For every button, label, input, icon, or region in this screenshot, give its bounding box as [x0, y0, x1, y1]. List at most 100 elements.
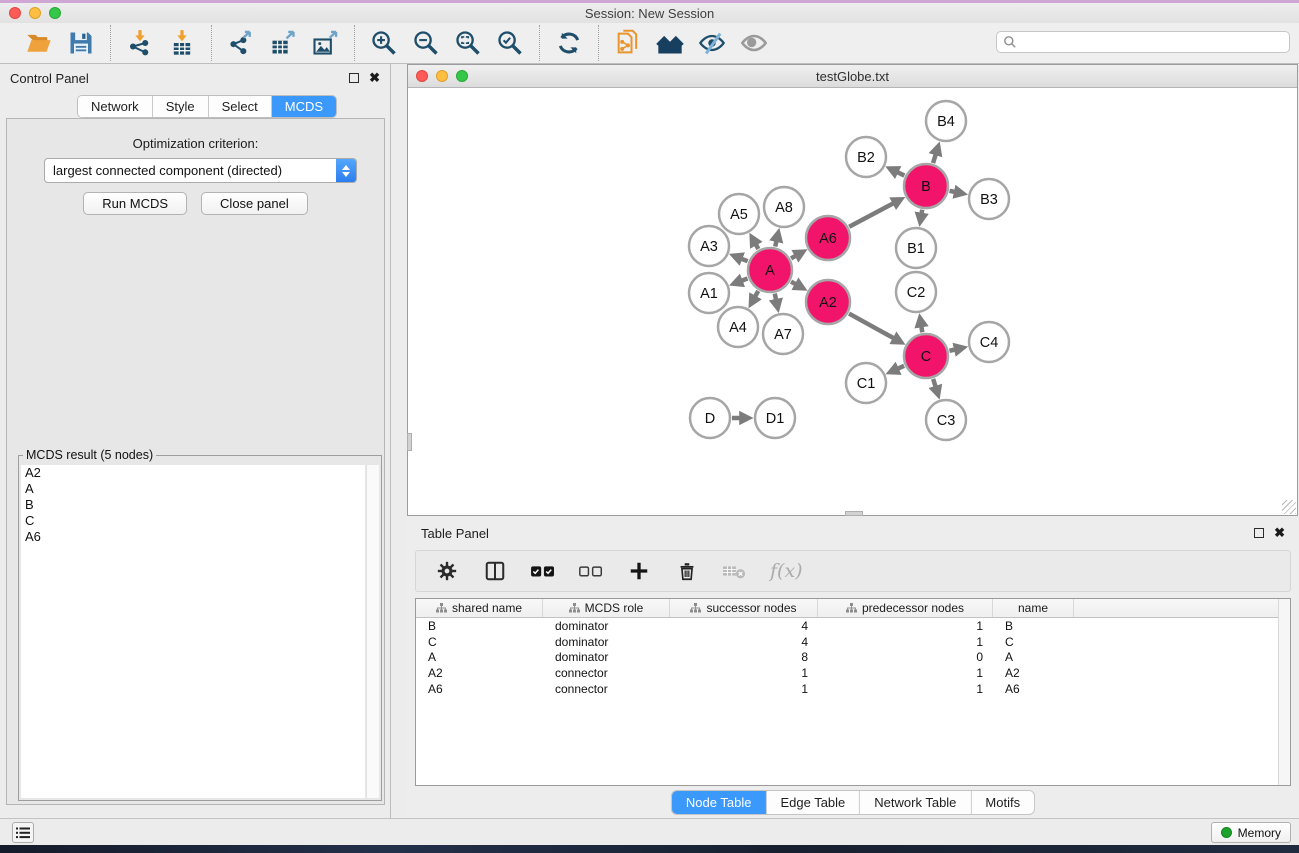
network-window-titlebar[interactable]: testGlobe.txt	[408, 65, 1297, 88]
edge-A2-C[interactable]	[849, 314, 894, 339]
node-A1[interactable]: A1	[689, 273, 729, 313]
edge-A-A1[interactable]	[741, 278, 748, 281]
table-row[interactable]: A6connector11A6	[416, 681, 1290, 697]
column-header-name[interactable]: name	[993, 599, 1074, 617]
edge-A-A8[interactable]	[775, 240, 776, 246]
export-table-icon[interactable]	[266, 27, 300, 59]
tab-network-table[interactable]: Network Table	[860, 791, 971, 814]
result-list-item[interactable]: B	[21, 497, 365, 513]
node-B1[interactable]: B1	[896, 228, 936, 268]
tab-mcds[interactable]: MCDS	[272, 96, 336, 117]
memory-button[interactable]: Memory	[1211, 822, 1291, 843]
show-column-panel-icon[interactable]	[482, 558, 508, 584]
tab-node-table[interactable]: Node Table	[672, 791, 767, 814]
node-A4[interactable]: A4	[718, 307, 758, 347]
node-B2[interactable]: B2	[846, 137, 886, 177]
node-B4[interactable]: B4	[926, 101, 966, 141]
table-row[interactable]: Adominator80A	[416, 649, 1290, 665]
tab-motifs[interactable]: Motifs	[971, 791, 1034, 814]
table-row[interactable]: A2connector11A2	[416, 665, 1290, 681]
open-file-icon[interactable]	[22, 27, 56, 59]
edge-A-A2[interactable]	[791, 282, 796, 285]
result-list-item[interactable]: A2	[21, 465, 365, 481]
node-D[interactable]: D	[690, 398, 730, 438]
node-A[interactable]: A	[748, 248, 792, 292]
node-B[interactable]: B	[904, 164, 948, 208]
splitter-handle-bottom[interactable]	[845, 511, 863, 516]
result-list-item[interactable]: A	[21, 481, 365, 497]
deselect-all-columns-icon[interactable]	[578, 558, 604, 584]
optimization-criterion-select[interactable]: largest connected component (directed)	[44, 158, 357, 183]
edge-A-A4[interactable]	[755, 291, 759, 297]
zoom-out-icon[interactable]	[409, 27, 443, 59]
tab-style[interactable]: Style	[153, 96, 209, 117]
hide-selected-icon[interactable]	[695, 27, 729, 59]
float-panel-icon[interactable]	[349, 73, 359, 83]
node-C1[interactable]: C1	[846, 363, 886, 403]
zoom-selected-icon[interactable]	[493, 27, 527, 59]
edge-A6-B[interactable]	[849, 203, 894, 227]
edge-C-C2[interactable]	[921, 326, 922, 333]
table-settings-gear-icon[interactable]	[434, 558, 460, 584]
node-A3[interactable]: A3	[689, 226, 729, 266]
edge-B-B1[interactable]	[921, 210, 922, 215]
zoom-fit-icon[interactable]	[451, 27, 485, 59]
column-header-successor-nodes[interactable]: successor nodes	[670, 599, 818, 617]
close-panel-button[interactable]: Close panel	[201, 192, 308, 215]
node-B3[interactable]: B3	[969, 179, 1009, 219]
edge-A-A6[interactable]	[791, 255, 796, 258]
node-C2[interactable]: C2	[896, 272, 936, 312]
task-history-button[interactable]	[12, 822, 34, 843]
node-C3[interactable]: C3	[926, 400, 966, 440]
edge-A-A3[interactable]	[741, 258, 748, 261]
node-A8[interactable]: A8	[764, 187, 804, 227]
delete-column-trash-icon[interactable]	[674, 558, 700, 584]
column-header-shared-name[interactable]: shared name	[416, 599, 543, 617]
edge-B-B3[interactable]	[950, 191, 956, 192]
new-network-from-selection-icon[interactable]	[611, 27, 645, 59]
result-list-item[interactable]: A6	[21, 529, 365, 545]
table-float-panel-icon[interactable]	[1254, 528, 1264, 538]
edge-B-B4[interactable]	[933, 153, 936, 163]
table-scrollbar[interactable]	[1278, 599, 1290, 785]
column-header-MCDS-role[interactable]: MCDS role	[543, 599, 670, 617]
export-network-icon[interactable]	[224, 27, 258, 59]
close-panel-icon[interactable]: ✖	[369, 73, 380, 83]
column-header-predecessor-nodes[interactable]: predecessor nodes	[818, 599, 993, 617]
result-list-item[interactable]: C	[21, 513, 365, 529]
node-D1[interactable]: D1	[755, 398, 795, 438]
mcds-result-list[interactable]: A2ABCA6	[21, 465, 365, 798]
import-network-icon[interactable]	[123, 27, 157, 59]
window-resize-grip[interactable]	[1282, 500, 1296, 514]
node-C4[interactable]: C4	[969, 322, 1009, 362]
edge-A-A7[interactable]	[775, 294, 776, 301]
zoom-in-icon[interactable]	[367, 27, 401, 59]
tab-select[interactable]: Select	[209, 96, 272, 117]
edge-C-C1[interactable]	[897, 366, 904, 369]
node-table[interactable]: shared nameMCDS rolesuccessor nodesprede…	[415, 598, 1291, 786]
tab-network[interactable]: Network	[78, 96, 153, 117]
search-input[interactable]	[1021, 35, 1281, 49]
select-all-columns-icon[interactable]	[530, 558, 556, 584]
search-field[interactable]	[996, 31, 1290, 53]
refresh-icon[interactable]	[552, 27, 586, 59]
node-A2[interactable]: A2	[806, 280, 850, 324]
result-scrollbar[interactable]	[366, 465, 379, 798]
edge-C-C3[interactable]	[933, 379, 936, 388]
edge-A-A5[interactable]	[755, 244, 758, 249]
edge-B-B2[interactable]	[897, 172, 905, 176]
node-A5[interactable]: A5	[719, 194, 759, 234]
run-mcds-button[interactable]: Run MCDS	[83, 192, 187, 215]
table-close-panel-icon[interactable]: ✖	[1274, 528, 1285, 538]
node-C[interactable]: C	[904, 334, 948, 378]
node-A6[interactable]: A6	[806, 216, 850, 260]
table-row[interactable]: Cdominator41C	[416, 634, 1290, 650]
tab-edge-table[interactable]: Edge Table	[766, 791, 860, 814]
save-session-icon[interactable]	[64, 27, 98, 59]
export-image-icon[interactable]	[308, 27, 342, 59]
edge-C-C4[interactable]	[949, 349, 955, 350]
show-all-icon[interactable]	[737, 27, 771, 59]
first-neighbors-icon[interactable]	[653, 27, 687, 59]
table-row[interactable]: Bdominator41B	[416, 618, 1290, 634]
node-A7[interactable]: A7	[763, 314, 803, 354]
